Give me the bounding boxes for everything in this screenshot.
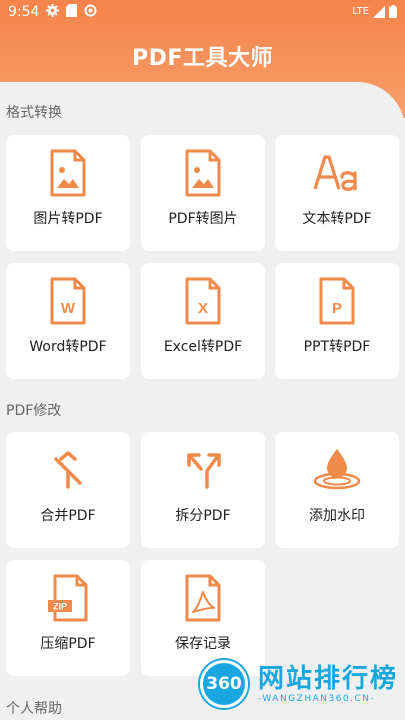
sd-card-icon	[66, 4, 77, 17]
text-to-pdf-card[interactable]: 文本转PDF	[275, 135, 399, 251]
watermark-url: -WANGZHAN360.CN-	[258, 694, 376, 704]
word-to-pdf-card[interactable]: W Word转PDF	[6, 263, 130, 379]
saved-records-card[interactable]: 保存记录	[141, 560, 265, 676]
file-glyph: X	[198, 300, 208, 317]
card-label: PPT转PDF	[303, 339, 371, 355]
watermark-name: 网站排行榜	[258, 664, 399, 694]
merge-icon	[54, 451, 82, 489]
file-glyph: W	[61, 300, 76, 317]
split-icon	[187, 453, 221, 489]
ppt-file-icon: P	[319, 277, 355, 325]
word-file-icon: W	[50, 277, 86, 325]
card-label: 图片转PDF	[33, 211, 103, 227]
section-title-personal-help: 个人帮助	[6, 701, 62, 717]
pdf-file-icon	[185, 574, 221, 622]
compress-pdf-card[interactable]: ZIP 压缩PDF	[6, 560, 130, 676]
status-notification-icons	[46, 4, 97, 17]
ppt-to-pdf-card[interactable]: P PPT转PDF	[275, 263, 399, 379]
section-title-pdf-modify: PDF修改	[6, 403, 62, 419]
card-label: 压缩PDF	[40, 636, 96, 652]
status-right: LTE	[352, 5, 397, 18]
main-content: 格式转换 图片转PDF PDF转图片 文本转PDF W Word转PDF X E…	[0, 82, 405, 720]
status-bar: 9:54 LTE	[0, 0, 405, 26]
pdf-to-image-card[interactable]: PDF转图片	[141, 135, 265, 251]
site-watermark: 360 网站排行榜 -WANGZHAN360.CN-	[200, 660, 398, 708]
network-type: LTE	[352, 6, 369, 17]
card-label: 添加水印	[309, 508, 365, 524]
image-file-icon	[185, 149, 221, 197]
file-glyph: ZIP	[53, 602, 67, 612]
watermark-url-text: WANGZHAN360.CN	[262, 694, 371, 704]
add-watermark-card[interactable]: 添加水印	[275, 432, 399, 548]
card-label: 拆分PDF	[175, 508, 231, 524]
image-to-pdf-card[interactable]: 图片转PDF	[6, 135, 130, 251]
card-label: Word转PDF	[29, 339, 107, 355]
split-pdf-card[interactable]: 拆分PDF	[141, 432, 265, 548]
card-label: PDF转图片	[168, 211, 238, 227]
watermark-logo: 360	[200, 660, 248, 708]
battery-icon	[389, 5, 397, 18]
excel-file-icon: X	[185, 277, 221, 325]
gear-icon	[46, 4, 59, 17]
text-aa-icon	[313, 155, 357, 191]
signal-icon	[373, 5, 385, 18]
app-title: PDF工具大师	[132, 46, 273, 71]
zip-file-icon: ZIP	[48, 574, 88, 622]
status-time: 9:54	[8, 4, 40, 20]
card-label: Excel转PDF	[163, 339, 243, 355]
excel-to-pdf-card[interactable]: X Excel转PDF	[141, 263, 265, 379]
card-label: 合并PDF	[40, 508, 96, 524]
merge-pdf-card[interactable]: 合并PDF	[6, 432, 130, 548]
sync-icon	[84, 4, 97, 17]
card-label: 保存记录	[175, 636, 231, 652]
section-title-format-conversion: 格式转换	[6, 105, 62, 121]
file-glyph: P	[332, 300, 342, 317]
image-file-icon	[50, 149, 86, 197]
card-label: 文本转PDF	[302, 211, 372, 227]
watermark-drop-icon	[313, 449, 361, 490]
